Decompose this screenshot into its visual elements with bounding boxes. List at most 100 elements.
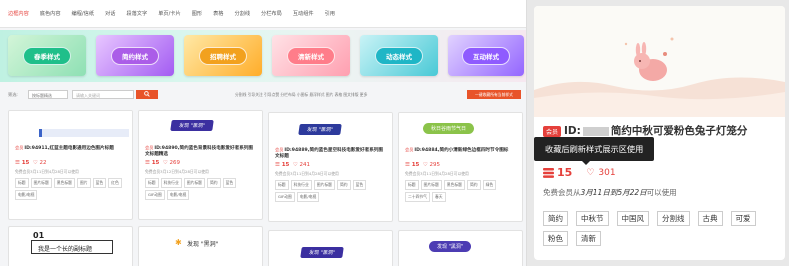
- like-count: 241: [299, 162, 311, 168]
- card-note: 免费会员3月11日到4月28日可以使用: [275, 171, 339, 176]
- title-text: 简约中秋可爱粉色兔子灯笼分: [610, 125, 748, 137]
- tag[interactable]: 图片: [76, 178, 91, 188]
- tab-dialog[interactable]: 对话: [105, 10, 115, 17]
- banner-card-recruit[interactable]: 招聘样式: [184, 35, 262, 76]
- tag[interactable]: 黑色标题: [443, 180, 465, 190]
- heart-icon[interactable]: ♡: [586, 168, 594, 178]
- filter-bar: 筛选: 按标题精选 请输入关键词 分割线 引导关注 引导点赞 分栏布局 小图标 …: [0, 88, 526, 102]
- tag[interactable]: 科技行业: [160, 178, 182, 188]
- tab-card[interactable]: 单页/卡片: [158, 10, 181, 17]
- tag-mid-autumn[interactable]: 中秋节: [576, 211, 609, 226]
- tag[interactable]: 蓝色: [222, 178, 237, 188]
- style-library-panel: 边框内容 底色内容 编程/信纸 对话 段落文字 单页/卡片 图形 表格 分割线 …: [0, 0, 527, 266]
- banner-label: 清新样式: [287, 46, 335, 65]
- card-title: ID:94889,简约蓝色星空科技电影爱好者系列图文标题: [275, 148, 383, 159]
- tag-pink[interactable]: 粉色: [543, 231, 568, 246]
- category-tabs: 边框内容 底色内容 编程/信纸 对话 段落文字 单页/卡片 图形 表格 分割线 …: [0, 0, 526, 28]
- tab-interactive[interactable]: 互动组件: [293, 10, 314, 17]
- vip-badge: 会员: [15, 145, 24, 150]
- tag[interactable]: 图片标题: [420, 180, 442, 190]
- tag[interactable]: 标题: [145, 178, 159, 188]
- stack-icon: ☰: [405, 162, 410, 168]
- tag[interactable]: 电影/电视: [166, 190, 190, 200]
- template-card[interactable]: 发现 "黑洞": [268, 230, 393, 266]
- tab-paragraph[interactable]: 段落文字: [126, 10, 147, 17]
- banner-card-dynamic[interactable]: 动态样式: [360, 35, 438, 76]
- redacted-id: [582, 126, 609, 136]
- tag[interactable]: 图片标题: [183, 178, 205, 188]
- template-card[interactable]: 发现 "黑洞": [398, 230, 523, 266]
- search-button[interactable]: [136, 90, 158, 99]
- tab-layout[interactable]: 分栏布局: [261, 10, 282, 17]
- tab-letter[interactable]: 编程/信纸: [72, 10, 95, 17]
- tag[interactable]: GIF动图: [275, 192, 295, 202]
- tag-cute[interactable]: 可爱: [730, 211, 756, 226]
- tag[interactable]: 标题: [275, 180, 289, 190]
- view-count: 15: [557, 166, 573, 179]
- banner-label: 动态样式: [375, 46, 423, 65]
- card-preview: 秋日谷雨节气日: [399, 113, 522, 145]
- preview-flag: 发现 "黑洞": [300, 247, 344, 258]
- template-card[interactable]: 发现 "黑洞" 会员ID:94889,简约蓝色星空科技电影爱好者系列图文标题 ☰…: [268, 112, 393, 222]
- tag[interactable]: 绿色: [482, 180, 497, 190]
- preview-flag: 发现 "黑洞": [170, 120, 214, 131]
- tag-fresh[interactable]: 清新: [576, 231, 601, 246]
- tag[interactable]: 电影/电视: [15, 190, 38, 200]
- tag-chinese-style[interactable]: 中国风: [616, 211, 649, 226]
- tag[interactable]: GIF动图: [145, 190, 165, 200]
- sort-select[interactable]: 按标题精选: [28, 90, 68, 99]
- tab-divider[interactable]: 分割线: [234, 10, 250, 17]
- card-stats: ☰ 15 ♡ 22: [15, 160, 126, 166]
- detail-tags: 简约 中秋节 中国风 分割线 古典 可爱 粉色 清新: [543, 211, 778, 246]
- search-input[interactable]: 请输入关键词: [72, 90, 134, 99]
- title-prefix: ID:: [564, 125, 581, 137]
- tag[interactable]: 蓝色: [92, 178, 107, 188]
- tag[interactable]: 黑色标题: [53, 178, 75, 188]
- heart-icon: ♡: [422, 162, 428, 168]
- banner-label: 简约样式: [111, 46, 159, 65]
- banner-card-simple[interactable]: 简约样式: [96, 35, 174, 76]
- detail-preview: [534, 6, 785, 117]
- preview-subtitle: 我是一个长的副标题: [31, 240, 113, 254]
- heart-icon: ♡: [292, 162, 298, 168]
- tag[interactable]: 图片标题: [30, 178, 52, 188]
- tab-background[interactable]: 底色内容: [40, 10, 61, 17]
- tab-graphic[interactable]: 图形: [192, 10, 202, 17]
- tag-divider[interactable]: 分割线: [657, 211, 690, 226]
- tag-classic[interactable]: 古典: [697, 211, 723, 226]
- tag[interactable]: 图片标题: [313, 180, 335, 190]
- tag[interactable]: 春天: [431, 192, 446, 202]
- stack-icon: ☰: [275, 162, 280, 168]
- style-banner: 春季样式 简约样式 招聘样式 清新样式 动态样式 互动样式: [0, 30, 526, 82]
- tag[interactable]: 科技行业: [290, 180, 312, 190]
- stack-icon: ☰: [15, 160, 20, 166]
- quick-filter-tags[interactable]: 分割线 引导关注 引导点赞 分栏布局 小图标 悬浮样式 图片 表格 图文排版 更…: [235, 92, 367, 98]
- template-card[interactable]: 发现 "黑洞" 会员ID:94890,简约蓝色背景科技电影爱好者系列图文标题精选…: [138, 110, 263, 220]
- tag[interactable]: 二十四节气: [405, 192, 430, 202]
- tag[interactable]: 红色: [108, 178, 122, 188]
- template-card[interactable]: ✱ 发现 "黑洞": [138, 226, 263, 266]
- template-card[interactable]: 会员ID:94911,红蓝主题电影通用边色图片标题 ☰ 15 ♡ 22 免费会员…: [8, 110, 133, 220]
- tag[interactable]: 标题: [15, 178, 29, 188]
- banner-card-interactive[interactable]: 互动样式: [448, 35, 524, 76]
- tag[interactable]: 简约: [206, 178, 221, 188]
- tab-border[interactable]: 边框内容: [8, 10, 29, 17]
- search-icon: [144, 90, 150, 97]
- banner-card-spring[interactable]: 春季样式: [8, 35, 86, 76]
- tag[interactable]: 蓝色: [352, 180, 367, 190]
- template-card[interactable]: 01 我是一个长的副标题: [8, 226, 133, 266]
- banner-card-fresh[interactable]: 清新样式: [272, 35, 350, 76]
- card-note: 免费会员3月11日到4月28日可以使用: [15, 169, 79, 174]
- tag[interactable]: 电影/电视: [296, 192, 320, 202]
- tag[interactable]: 标题: [405, 180, 419, 190]
- tag-simple[interactable]: 简约: [543, 211, 568, 226]
- collect-all-button[interactable]: 一键收藏所有当前样式: [467, 90, 521, 99]
- card-tags: 标题 图片标题 黑色标题 简约 绿色 二十四节气 春天: [405, 180, 516, 202]
- tag[interactable]: 简约: [466, 180, 481, 190]
- template-card[interactable]: 秋日谷雨节气日 会员ID:94884,简约小清新绿色边框四时节令图标 ☰ 15 …: [398, 112, 523, 222]
- tab-table[interactable]: 表格: [213, 10, 223, 17]
- tab-quote[interactable]: 引用: [325, 10, 335, 17]
- view-count: 15: [281, 162, 290, 168]
- card-preview: [9, 111, 132, 143]
- tag[interactable]: 简约: [336, 180, 351, 190]
